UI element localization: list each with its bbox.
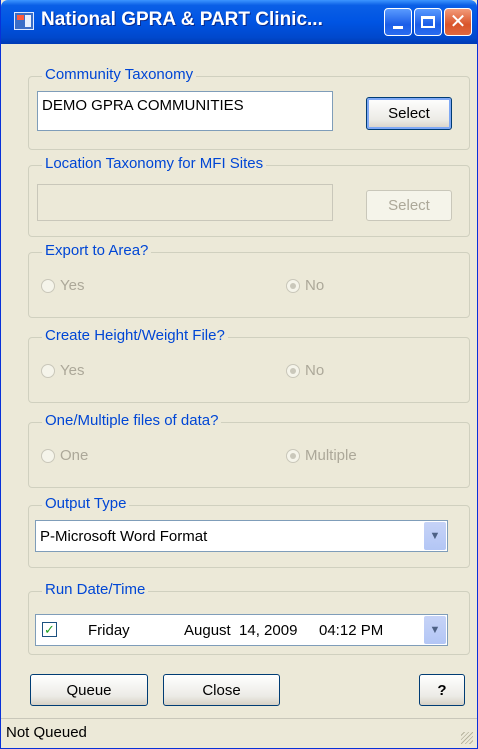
app-icon [14, 12, 34, 30]
maximize-icon [421, 16, 435, 28]
status-bar: Not Queued [1, 718, 477, 748]
community-taxonomy-field[interactable]: DEMO GPRA COMMUNITIES [37, 91, 333, 131]
help-button[interactable]: ? [419, 674, 465, 706]
close-window-button[interactable]: ✕ [444, 8, 472, 36]
files-one-label: One [60, 447, 89, 464]
files-multiple-label: Multiple [305, 447, 357, 464]
hw-no-radio[interactable]: No [286, 362, 324, 379]
window-title: National GPRA & PART Clinic... [41, 9, 323, 30]
output-type-group: Output Type P-Microsoft Word Format ▼ [28, 495, 470, 568]
radio-circle-selected [286, 278, 300, 293]
radio-circle [41, 278, 55, 293]
minimize-button[interactable] [384, 8, 412, 36]
chevron-down-icon[interactable]: ▼ [424, 616, 446, 644]
queue-button[interactable]: Queue [30, 674, 148, 706]
export-area-group: Export to Area? Yes No [28, 242, 470, 318]
hw-no-label: No [305, 362, 325, 379]
radio-circle-selected [286, 363, 300, 378]
location-taxonomy-group: Location Taxonomy for MFI Sites Select [28, 155, 470, 237]
files-one-radio[interactable]: One [41, 447, 88, 464]
files-legend: One/Multiple files of data? [42, 412, 222, 429]
radio-circle [41, 363, 55, 378]
hw-yes-label: Yes [60, 362, 85, 379]
export-yes-radio[interactable]: Yes [41, 277, 84, 294]
height-weight-legend: Create Height/Weight File? [42, 327, 228, 344]
minimize-icon [393, 25, 403, 29]
radio-circle [41, 448, 55, 463]
title-bar[interactable]: National GPRA & PART Clinic... ✕ [1, 0, 477, 44]
location-taxonomy-field[interactable] [37, 184, 333, 221]
dialog-window: National GPRA & PART Clinic... ✕ Communi… [0, 0, 478, 749]
radio-circle-selected [286, 448, 300, 463]
output-type-value: P-Microsoft Word Format [40, 527, 208, 545]
files-multiple-radio[interactable]: Multiple [286, 447, 357, 464]
output-type-legend: Output Type [42, 495, 130, 512]
run-date-legend: Run Date/Time [42, 581, 149, 598]
files-group: One/Multiple files of data? One Multiple [28, 412, 470, 488]
community-select-button[interactable]: Select [366, 97, 452, 130]
chevron-down-icon[interactable]: ▼ [424, 522, 446, 550]
location-taxonomy-legend: Location Taxonomy for MFI Sites [42, 155, 267, 172]
location-select-button[interactable]: Select [366, 190, 452, 221]
community-taxonomy-legend: Community Taxonomy [42, 66, 197, 83]
maximize-button[interactable] [414, 8, 442, 36]
run-weekday: Friday [88, 621, 130, 639]
run-date: August 14, 2009 [184, 621, 298, 639]
run-time: 04:12 PM [319, 621, 384, 639]
output-type-select[interactable]: P-Microsoft Word Format ▼ [35, 520, 448, 552]
height-weight-group: Create Height/Weight File? Yes No [28, 327, 470, 403]
resize-grip-icon[interactable] [461, 732, 473, 744]
status-text: Not Queued [6, 724, 87, 741]
export-no-label: No [305, 277, 325, 294]
export-area-legend: Export to Area? [42, 242, 152, 259]
community-taxonomy-group: Community Taxonomy DEMO GPRA COMMUNITIES… [28, 66, 470, 150]
run-date-group: Run Date/Time ✓ Friday August 14, 2009 0… [28, 581, 470, 655]
hw-yes-radio[interactable]: Yes [41, 362, 84, 379]
run-date-checkbox[interactable]: ✓ [42, 622, 57, 637]
close-icon: ✕ [449, 11, 467, 33]
run-date-picker[interactable]: ✓ Friday August 14, 2009 04:12 PM ▼ [35, 614, 448, 646]
export-no-radio[interactable]: No [286, 277, 324, 294]
export-yes-label: Yes [60, 277, 85, 294]
close-button[interactable]: Close [163, 674, 280, 706]
